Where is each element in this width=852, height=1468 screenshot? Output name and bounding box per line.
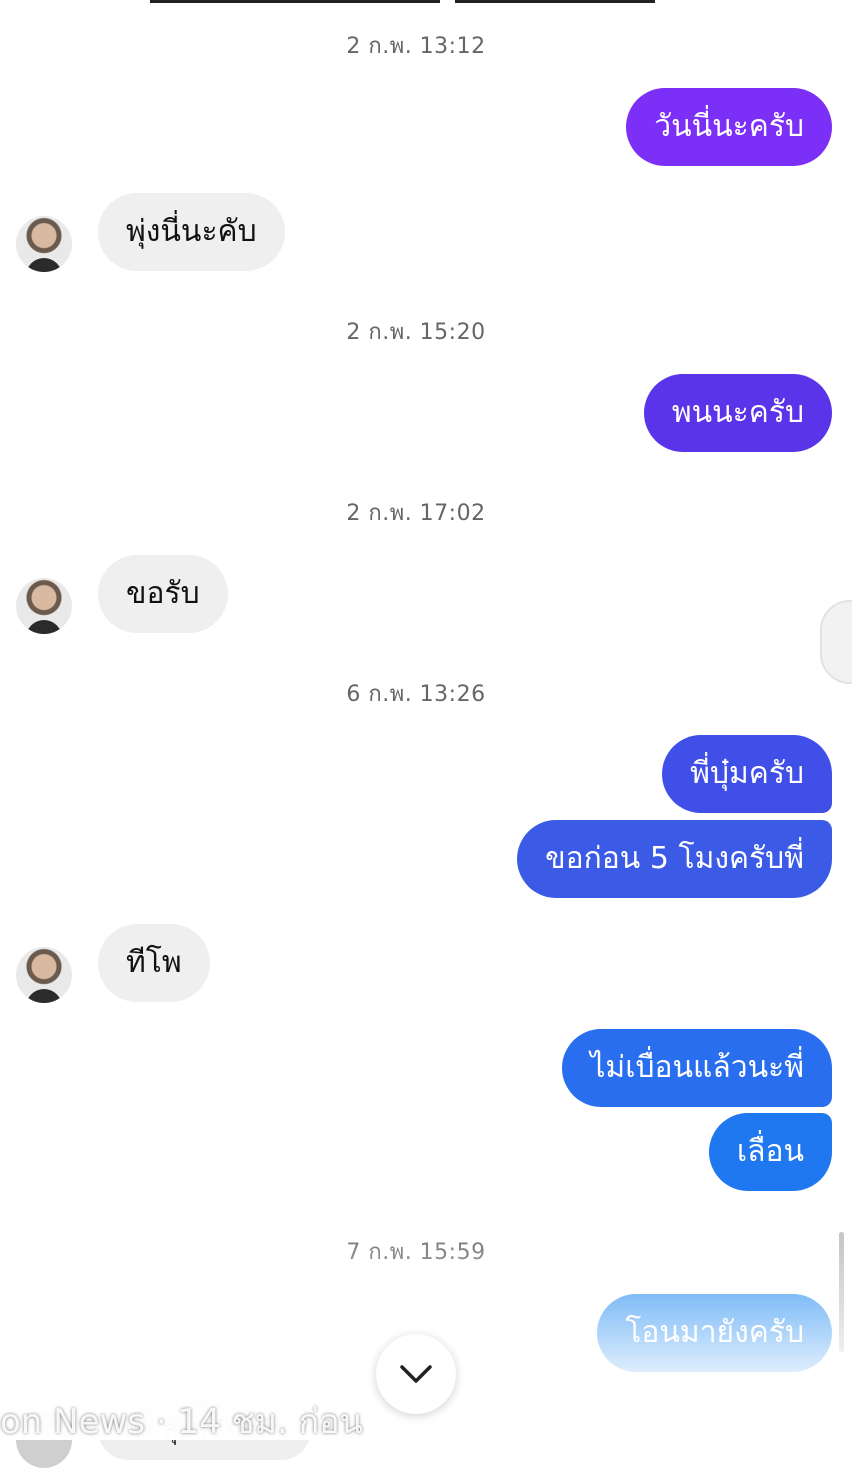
- avatar[interactable]: [16, 216, 72, 272]
- top-divider: [150, 0, 440, 3]
- outgoing-message[interactable]: โอนมายังครับ: [597, 1294, 832, 1372]
- outgoing-message[interactable]: พี่บุ๋มครับ: [662, 735, 832, 813]
- incoming-message[interactable]: ทีโพ: [98, 924, 210, 1002]
- outgoing-message[interactable]: เลื่อน: [708, 1113, 832, 1191]
- video-watermark: on News · 14 ชม. ก่อน: [0, 1402, 363, 1442]
- outgoing-message[interactable]: ขอก่อน 5 โมงครับพี่: [517, 820, 832, 898]
- top-divider: [455, 0, 655, 3]
- timestamp: 6 ก.พ. 13:26: [346, 682, 486, 707]
- timestamp: 2 ก.พ. 13:12: [346, 34, 486, 59]
- incoming-message[interactable]: พุ่งนี่นะคับ: [98, 193, 285, 271]
- avatar[interactable]: [16, 578, 72, 634]
- outgoing-message[interactable]: ไม่เบื่อนแล้วนะพี่: [562, 1029, 832, 1107]
- timestamp: 7 ก.พ. 15:59: [346, 1240, 486, 1265]
- outgoing-message[interactable]: พนนะครับ: [643, 374, 832, 452]
- incoming-message[interactable]: ขอรับ: [98, 555, 228, 633]
- timestamp: 2 ก.พ. 15:20: [346, 320, 486, 345]
- outgoing-message[interactable]: วันนี่นะครับ: [626, 88, 832, 166]
- scrollbar[interactable]: [839, 1232, 844, 1352]
- avatar[interactable]: [16, 947, 72, 1003]
- scroll-down-button[interactable]: [376, 1334, 456, 1414]
- timestamp: 2 ก.พ. 17:02: [346, 501, 486, 526]
- chevron-down-icon: [400, 1365, 432, 1383]
- side-handle[interactable]: [820, 600, 852, 684]
